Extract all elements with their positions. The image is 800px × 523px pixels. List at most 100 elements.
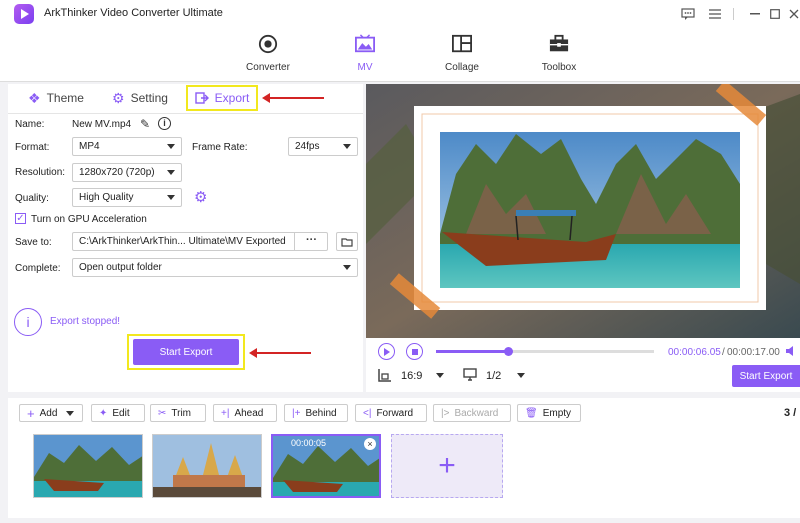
clip-duration: 00:00:05: [291, 438, 327, 448]
page-indicator[interactable]: 1/2: [486, 370, 501, 382]
aspect-ratio-value[interactable]: 16:9: [401, 370, 422, 382]
minimize-icon[interactable]: [747, 6, 763, 22]
backward-icon: |>: [441, 407, 450, 419]
resolution-select[interactable]: 1280x720 (720p): [72, 163, 182, 182]
edit-button[interactable]: ✦ Edit: [91, 404, 145, 422]
tab-theme-label: Theme: [46, 91, 84, 105]
clip-thumbnail-selected[interactable]: 00:00:05 ×: [271, 434, 381, 498]
video-preview: [366, 84, 800, 338]
chevron-down-icon[interactable]: [517, 373, 525, 378]
tab-export-label: Export: [214, 91, 250, 105]
gpu-checkbox[interactable]: ✓: [15, 213, 26, 224]
ahead-label: Ahead: [234, 407, 264, 419]
add-button[interactable]: + Add: [19, 404, 83, 422]
feedback-icon[interactable]: [680, 6, 696, 22]
resolution-value: 1280x720 (720p): [79, 167, 155, 178]
behind-button[interactable]: |+ Behind: [284, 404, 348, 422]
resolution-label: Resolution:: [15, 167, 66, 178]
forward-icon: <|: [363, 407, 372, 419]
gear-icon: ⚙: [112, 89, 125, 106]
saveto-value: C:\ArkThinker\ArkThin... Ultimate\MV Exp…: [79, 236, 286, 247]
menu-icon[interactable]: [707, 6, 723, 22]
edit-label: Edit: [112, 407, 130, 419]
mv-icon: [355, 34, 375, 53]
progress-knob[interactable]: [503, 347, 513, 356]
tab-toolbox[interactable]: Toolbox: [519, 34, 599, 80]
tab-mv-label: MV: [357, 62, 373, 73]
remove-clip-icon[interactable]: ×: [364, 438, 376, 450]
chevron-down-icon: [167, 144, 175, 149]
quality-settings-gear-icon[interactable]: ⚙: [194, 188, 207, 206]
tab-setting[interactable]: ⚙ Setting: [112, 87, 168, 109]
time-current: 00:00:06.05: [668, 347, 721, 358]
chevron-down-icon: [167, 170, 175, 175]
clip-thumbnail[interactable]: [152, 434, 262, 498]
format-select[interactable]: MP4: [72, 137, 182, 156]
quality-select[interactable]: High Quality: [72, 188, 182, 207]
tab-theme[interactable]: ❖ Theme: [28, 87, 84, 109]
quality-value: High Quality: [79, 192, 134, 203]
behind-icon: |+: [292, 407, 301, 419]
time-separator: /: [722, 347, 725, 358]
progress-fill: [436, 350, 508, 353]
volume-icon[interactable]: [786, 345, 796, 357]
toolbox-icon: [549, 34, 569, 52]
export-icon: [194, 92, 209, 104]
trim-label: Trim: [171, 407, 192, 419]
gpu-label: Turn on GPU Acceleration: [31, 214, 147, 225]
plus-icon: +: [27, 405, 35, 421]
tab-converter[interactable]: Converter: [228, 34, 308, 80]
annotation-arrow: [262, 93, 324, 103]
monitor-icon: [463, 368, 477, 384]
trim-button[interactable]: ✂ Trim: [150, 404, 206, 422]
divider: [8, 113, 363, 114]
clip-image: [34, 435, 142, 497]
saveto-field[interactable]: C:\ArkThinker\ArkThin... Ultimate\MV Exp…: [72, 232, 328, 251]
info-circle-icon: i: [14, 308, 42, 336]
chevron-down-icon: [343, 144, 351, 149]
edit-icon: ✦: [99, 407, 108, 419]
name-value: New MV.mp4: [72, 119, 132, 130]
scissors-icon: ✂: [158, 407, 167, 419]
tab-mv[interactable]: MV: [325, 34, 405, 80]
complete-select[interactable]: Open output folder: [72, 258, 358, 277]
start-export-button[interactable]: Start Export: [133, 339, 239, 365]
open-folder-button[interactable]: [336, 232, 358, 251]
start-export-small-button[interactable]: Start Export: [732, 365, 800, 387]
status-text: Export stopped!: [50, 316, 121, 327]
chevron-down-icon: [343, 265, 351, 270]
folder-icon: [341, 237, 353, 247]
close-icon[interactable]: [786, 6, 800, 22]
forward-button[interactable]: <| Forward: [355, 404, 427, 422]
empty-label: Empty: [542, 407, 572, 419]
maximize-icon[interactable]: [767, 6, 783, 22]
ahead-button[interactable]: +| Ahead: [213, 404, 277, 422]
framerate-select[interactable]: 24fps: [288, 137, 358, 156]
chevron-down-icon: [66, 410, 75, 416]
behind-label: Behind: [305, 407, 337, 419]
chevron-down-icon[interactable]: [436, 373, 444, 378]
tab-export[interactable]: Export: [186, 85, 258, 111]
complete-label: Complete:: [15, 263, 61, 274]
backward-button[interactable]: |> Backward: [433, 404, 511, 422]
edit-pen-icon[interactable]: ✎: [140, 117, 150, 131]
clip-thumbnail[interactable]: [33, 434, 143, 498]
framerate-label: Frame Rate:: [192, 142, 248, 153]
time-total: 00:00:17.00: [727, 347, 780, 358]
tab-collage[interactable]: Collage: [422, 34, 502, 80]
aspect-ratio-icon: [378, 368, 392, 385]
add-clip-button[interactable]: +: [391, 434, 503, 498]
annotation-arrow: [249, 348, 311, 358]
saveto-label: Save to:: [15, 237, 52, 248]
empty-button[interactable]: 🗑 Empty: [517, 404, 581, 422]
info-icon[interactable]: i: [158, 117, 171, 130]
stop-icon[interactable]: [406, 343, 423, 360]
progress-track[interactable]: [436, 347, 654, 356]
backward-label: Backward: [454, 407, 499, 419]
divider: [733, 8, 734, 20]
name-label: Name:: [15, 119, 45, 130]
trash-icon: 🗑: [525, 407, 538, 419]
play-icon[interactable]: [378, 343, 395, 360]
add-label: Add: [39, 407, 58, 419]
browse-button[interactable]: ···: [294, 232, 328, 251]
